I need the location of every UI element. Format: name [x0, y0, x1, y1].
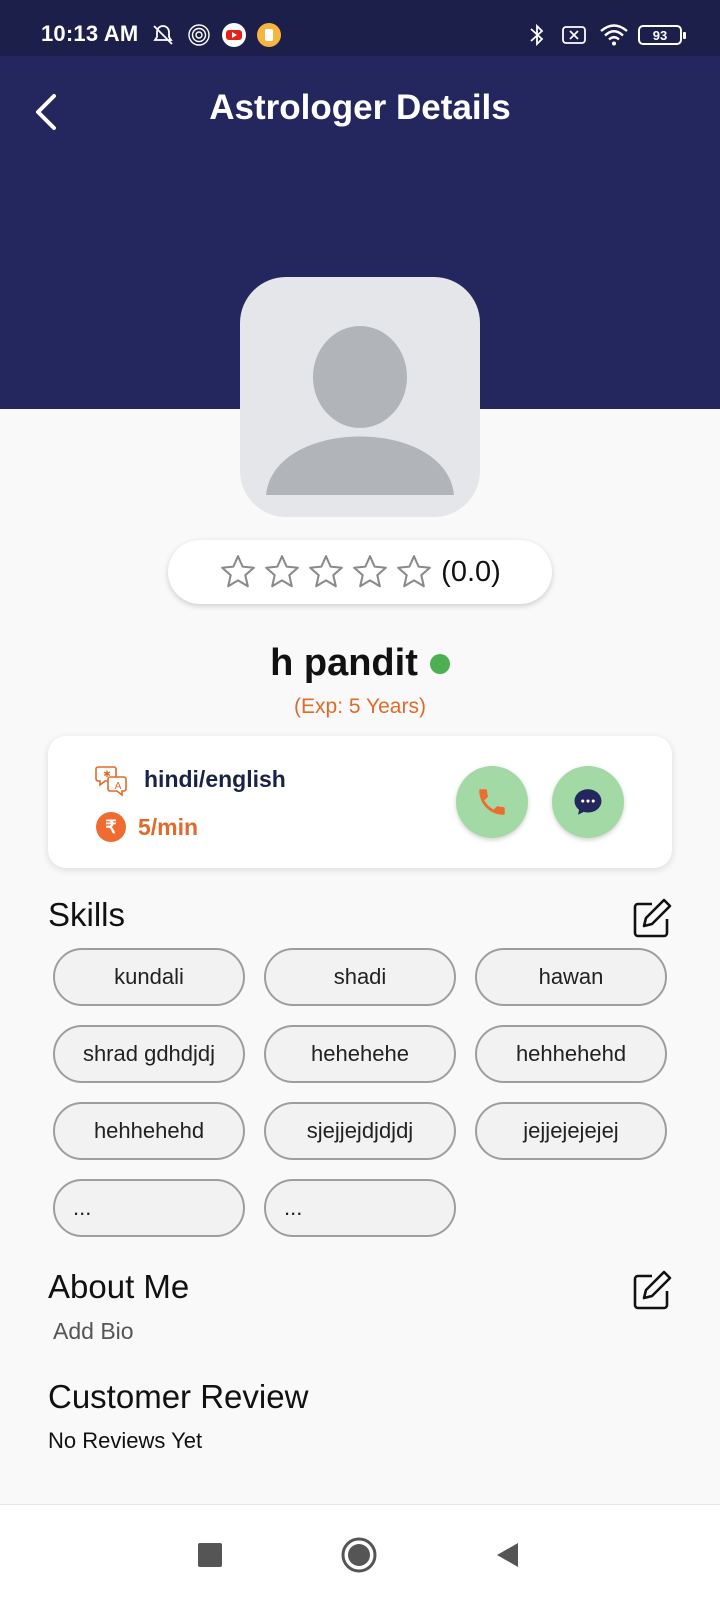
star-icon	[353, 555, 388, 588]
status-time: 10:13 AM	[41, 21, 139, 46]
battery-icon: 93	[636, 22, 686, 48]
recents-button[interactable]	[188, 1533, 232, 1577]
triangle-back-icon	[497, 1543, 518, 1567]
svg-text:✱: ✱	[103, 770, 111, 780]
call-button[interactable]	[456, 766, 528, 838]
star-icon	[221, 555, 256, 588]
language-text: hindi/english	[144, 766, 286, 792]
online-status-dot	[429, 653, 450, 674]
star-icon	[309, 555, 344, 588]
no-reviews-text: No Reviews Yet	[48, 1428, 203, 1453]
skill-chip[interactable]: ...	[264, 1179, 456, 1237]
rating-stars	[219, 553, 433, 591]
skill-chip[interactable]: hehhehehd	[53, 1102, 245, 1160]
youtube-icon	[221, 22, 247, 48]
skill-chip[interactable]: shrad gdhdjdj	[53, 1025, 245, 1083]
about-title: About Me	[48, 1268, 190, 1305]
wifi-icon	[598, 22, 630, 48]
price-text: 5/min	[138, 814, 199, 840]
battery-level: 93	[652, 27, 668, 43]
star-icon	[397, 555, 432, 588]
skill-chip[interactable]: kundali	[53, 948, 245, 1006]
star-icon	[265, 555, 300, 588]
translate-icon: ✱ A	[95, 766, 127, 797]
rupee-icon: ₹	[96, 812, 126, 842]
edit-icon	[633, 1270, 672, 1310]
bio-placeholder[interactable]: Add Bio	[53, 1318, 134, 1345]
home-button[interactable]	[337, 1533, 381, 1577]
customer-review-title: Customer Review	[48, 1378, 309, 1415]
chat-bubble-icon	[574, 789, 602, 815]
info-card: ✱ A hindi/english ₹ 5/min	[48, 736, 672, 868]
app-notification-icon	[256, 22, 282, 48]
skill-chip[interactable]: jejjejejejej	[475, 1102, 667, 1160]
square-icon	[198, 1543, 222, 1567]
chat-button[interactable]	[552, 766, 624, 838]
name-row: h pandit	[0, 642, 720, 685]
phone-icon	[479, 789, 505, 815]
rating-pill: (0.0)	[168, 540, 552, 604]
skill-chip[interactable]: shadi	[264, 948, 456, 1006]
system-nav-bar	[0, 1504, 720, 1600]
avatar[interactable]	[240, 277, 480, 517]
radar-icon	[186, 22, 212, 48]
back-nav-button[interactable]	[486, 1533, 530, 1577]
skills-title: Skills	[48, 896, 126, 933]
edit-icon	[633, 898, 672, 938]
home-circle-icon	[341, 1537, 377, 1573]
skill-chip[interactable]: sjejjejdjdjdj	[264, 1102, 456, 1160]
skill-chip[interactable]: hawan	[475, 948, 667, 1006]
status-bar: 10:13 AM 93	[0, 0, 720, 56]
edit-bio-button[interactable]	[630, 1268, 674, 1312]
bell-off-icon	[150, 22, 176, 48]
rating-value: (0.0)	[441, 555, 501, 588]
no-sim-icon	[561, 22, 587, 48]
skill-chip[interactable]: hehhehehd	[475, 1025, 667, 1083]
skill-chip[interactable]: hehehehe	[264, 1025, 456, 1083]
svg-text:A: A	[115, 781, 122, 792]
bluetooth-icon	[524, 22, 550, 48]
user-placeholder-icon	[266, 326, 454, 495]
page-title: Astrologer Details	[209, 88, 511, 127]
astrologer-name: h pandit	[270, 642, 418, 684]
edit-skills-button[interactable]	[630, 896, 674, 940]
skill-chip[interactable]: ...	[53, 1179, 245, 1237]
experience-text: (Exp: 5 Years)	[294, 695, 426, 718]
